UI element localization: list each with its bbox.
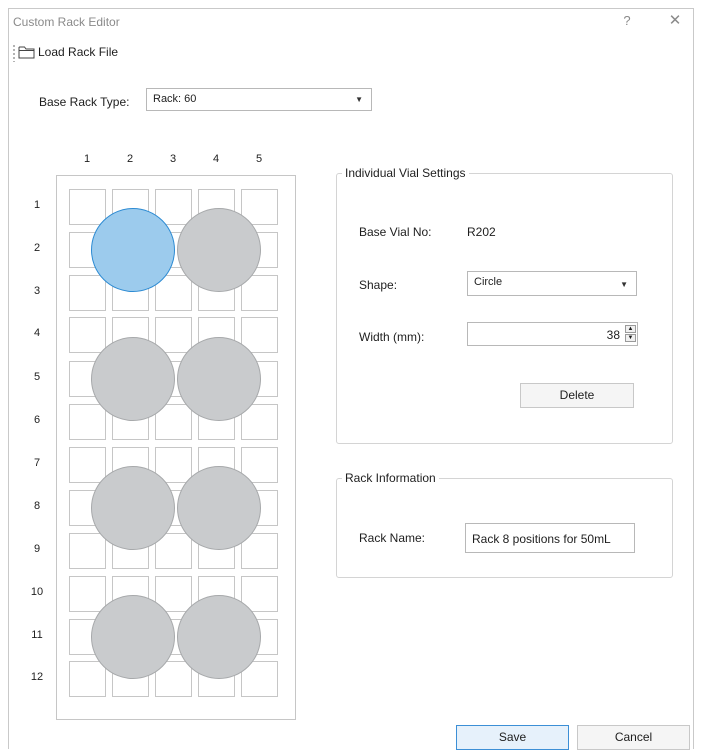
vial[interactable] (177, 337, 261, 421)
row-header: 9 (33, 543, 41, 555)
cancel-button[interactable]: Cancel (577, 725, 690, 750)
rack-name-input[interactable]: Rack 8 positions for 50mL (465, 523, 635, 553)
spin-up-button[interactable]: ▲ (625, 325, 636, 333)
row-header: 6 (33, 414, 41, 426)
row-header: 2 (33, 242, 41, 254)
rack-name-label: Rack Name: (359, 531, 426, 545)
rack-cell[interactable] (69, 404, 106, 440)
help-button[interactable]: ? (619, 13, 635, 31)
base-rack-type-label: Base Rack Type: (39, 95, 130, 109)
shape-label: Shape: (359, 278, 398, 292)
vial[interactable] (91, 337, 175, 421)
row-header: 5 (33, 371, 41, 383)
save-button[interactable]: Save (456, 725, 569, 750)
base-rack-type-value: Rack: 60 (153, 93, 197, 105)
load-rack-file-button[interactable]: Load Rack File (18, 42, 118, 62)
vial[interactable] (177, 595, 261, 679)
rack-cell[interactable] (69, 317, 106, 353)
base-vial-no-label: Base Vial No: (359, 225, 432, 239)
column-header: 3 (169, 153, 177, 165)
rack-grid (56, 175, 296, 720)
window-title: Custom Rack Editor (13, 15, 120, 29)
width-value: 38 (606, 328, 620, 342)
vial[interactable] (177, 208, 261, 292)
base-rack-type-select[interactable]: Rack: 60 ▼ (146, 88, 372, 111)
chevron-down-icon: ▼ (620, 280, 628, 289)
base-vial-no-value: R202 (467, 225, 496, 239)
rack-cell[interactable] (69, 576, 106, 612)
title-bar: Custom Rack Editor ? ✕ (9, 9, 693, 35)
column-header: 4 (212, 153, 220, 165)
load-rack-file-label: Load Rack File (38, 45, 119, 59)
custom-rack-editor-dialog: Custom Rack Editor ? ✕ Load Rack File Ba… (8, 8, 694, 750)
row-header: 1 (33, 199, 41, 211)
vial[interactable] (91, 466, 175, 550)
close-button[interactable]: ✕ (665, 11, 685, 31)
column-header: 5 (255, 153, 263, 165)
vial[interactable] (177, 466, 261, 550)
column-header: 1 (83, 153, 91, 165)
individual-vial-settings-group: Individual Vial Settings Base Vial No: R… (336, 166, 673, 444)
width-spinner: ▲ ▼ (625, 325, 636, 343)
rack-cell[interactable] (69, 189, 106, 225)
folder-icon (18, 46, 35, 59)
row-header: 10 (30, 586, 44, 598)
chevron-down-icon: ▼ (355, 95, 363, 104)
row-header: 4 (33, 327, 41, 339)
rack-cell[interactable] (69, 533, 106, 569)
rack-name-value: Rack 8 positions for 50mL (472, 532, 611, 546)
width-label: Width (mm): (359, 330, 425, 344)
width-stepper[interactable]: 38 ▲ ▼ (467, 322, 638, 346)
rack-information-title: Rack Information (342, 471, 439, 485)
shape-select[interactable]: Circle ▼ (467, 271, 637, 296)
rack-cell[interactable] (69, 661, 106, 697)
toolbar-grip[interactable] (13, 44, 15, 62)
shape-value: Circle (474, 276, 503, 288)
vial-selected[interactable] (91, 208, 175, 292)
spin-down-button[interactable]: ▼ (625, 334, 636, 342)
row-header: 11 (31, 629, 43, 641)
row-header: 12 (30, 671, 44, 683)
rack-information-group: Rack Information Rack Name: Rack 8 posit… (336, 471, 673, 578)
rack-cell[interactable] (69, 275, 106, 311)
row-header: 8 (33, 500, 41, 512)
rack-cell[interactable] (69, 447, 106, 483)
column-header: 2 (126, 153, 134, 165)
individual-vial-settings-title: Individual Vial Settings (342, 166, 469, 180)
row-header: 3 (33, 285, 41, 297)
vial[interactable] (91, 595, 175, 679)
delete-button[interactable]: Delete (520, 383, 634, 408)
row-header: 7 (33, 457, 41, 469)
